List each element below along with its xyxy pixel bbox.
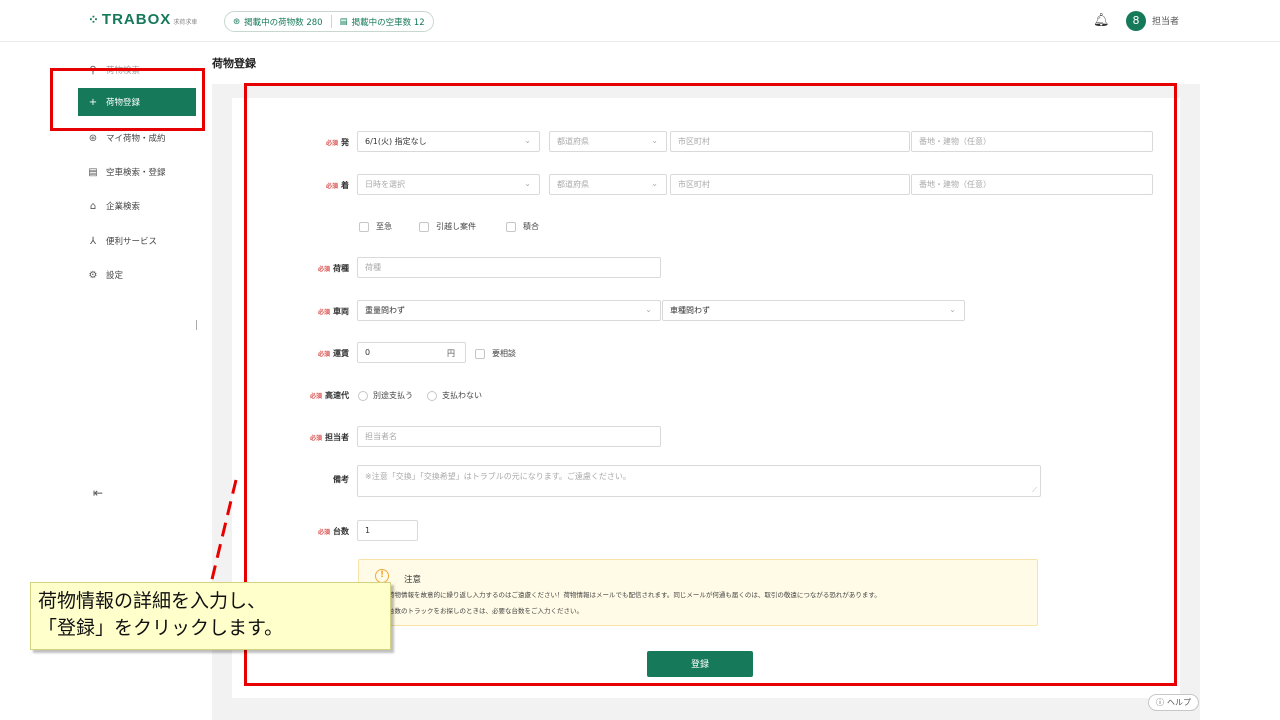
truck-icon: ▤ <box>88 166 98 178</box>
truck-stat[interactable]: ▤ 掲載中の空車数 12 <box>340 16 425 28</box>
trabox-logo[interactable]: ⁘ TRABOX 求荷求車 <box>88 11 197 28</box>
instruction-callout: 荷物情報の詳細を入力し、 「登録」をクリックします。 <box>30 582 391 650</box>
logo-mark-icon: ⁘ <box>88 12 100 27</box>
help-button[interactable]: ⓘ ヘルプ <box>1148 694 1199 711</box>
truck-stat-text: 掲載中の空車数 12 <box>351 17 425 28</box>
cargo-stat-text: 掲載中の荷物数 280 <box>244 17 323 28</box>
callout-line-2: 「登録」をクリックします。 <box>38 617 284 639</box>
help-label: ヘルプ <box>1167 698 1191 707</box>
truck-icon: ▤ <box>339 16 348 27</box>
sidebar-item-label: 便利サービス <box>106 237 158 247</box>
sidebar-item-company-search[interactable]: ⌂ 企業検索 <box>78 192 196 220</box>
help-icon: ⓘ <box>1156 698 1164 707</box>
home-icon: ⌂ <box>89 200 97 212</box>
sidebar-item-services[interactable]: ⅄ 便利サービス <box>78 227 196 255</box>
network-icon: ⅄ <box>89 235 97 247</box>
pill-divider <box>330 15 332 28</box>
sidebar-item-label: マイ荷物・成約 <box>106 134 166 144</box>
sidebar-item-truck-search[interactable]: ▤ 空車検索・登録 <box>78 158 196 186</box>
callout-line-1: 荷物情報の詳細を入力し、 <box>38 590 267 612</box>
logo-text: TRABOX <box>101 11 172 28</box>
notification-bell-icon[interactable]: 🔔︎ <box>1093 13 1110 28</box>
cargo-stat[interactable]: ⊛ 掲載中の荷物数 280 <box>233 16 323 28</box>
box-icon: ⊛ <box>233 16 241 27</box>
sidebar-item-label: 空車検索・登録 <box>106 168 166 178</box>
box-icon: ⊛ <box>88 132 98 144</box>
user-name[interactable]: 担当者 <box>1152 14 1179 27</box>
gear-icon: ⚙ <box>88 269 98 281</box>
logo-subtext: 求荷求車 <box>173 20 198 26</box>
top-header: ⁘ TRABOX 求荷求車 ⊛ 掲載中の荷物数 280 ▤ 掲載中の空車数 12 🔔… <box>0 0 1280 42</box>
sidebar-resize-handle[interactable] <box>196 320 197 330</box>
nav-highlight-box <box>50 68 205 131</box>
listing-stats-pill: ⊛ 掲載中の荷物数 280 ▤ 掲載中の空車数 12 <box>224 11 434 32</box>
page-title: 荷物登録 <box>212 57 256 70</box>
collapse-menu-icon[interactable]: ⇤ <box>93 486 103 500</box>
sidebar-item-settings[interactable]: ⚙ 設定 <box>78 261 196 289</box>
user-avatar[interactable]: 8 <box>1126 11 1146 31</box>
sidebar-item-label: 設定 <box>106 271 124 281</box>
sidebar-item-label: 企業検索 <box>106 202 141 212</box>
